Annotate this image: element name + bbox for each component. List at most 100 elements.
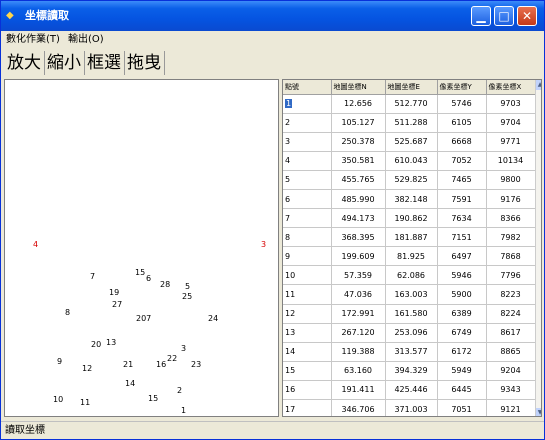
vertical-scrollbar[interactable]: ▲ ▼ bbox=[535, 80, 541, 416]
title-bar[interactable]: ◆ 坐標讀取 ▁ □ ✕ bbox=[1, 1, 544, 31]
table-row[interactable]: 10 57.359 62.086 5946 7796 bbox=[283, 265, 536, 286]
table-cell[interactable]: 6668 bbox=[437, 132, 487, 152]
table-row[interactable]: 8 368.395 181.887 7151 7982 bbox=[283, 227, 536, 248]
table-row[interactable]: 9 199.609 81.925 6497 7868 bbox=[283, 246, 536, 267]
box-select-button[interactable]: 框選 bbox=[84, 51, 125, 75]
table-cell[interactable]: 485.990 bbox=[331, 189, 386, 210]
table-cell[interactable]: 7796 bbox=[486, 265, 536, 286]
table-cell[interactable]: 6172 bbox=[437, 342, 487, 362]
table-cell[interactable]: 1 bbox=[283, 94, 332, 114]
table-cell[interactable]: 6497 bbox=[437, 246, 487, 267]
column-header-point-no[interactable]: 點號 bbox=[283, 80, 332, 95]
table-cell[interactable]: 7982 bbox=[486, 227, 536, 248]
coordinate-grid[interactable]: 點號 地圖坐標N 地圖坐標E 像素坐標Y 像素坐標X 1 12.656 512.77… bbox=[282, 79, 542, 417]
table-cell[interactable]: 525.687 bbox=[385, 132, 438, 152]
table-cell[interactable]: 5900 bbox=[437, 284, 487, 305]
table-cell[interactable]: 161.580 bbox=[385, 304, 438, 324]
table-row[interactable]: 7 494.173 190.862 7634 8366 bbox=[283, 208, 536, 229]
table-cell[interactable]: 9771 bbox=[486, 132, 536, 152]
table-cell[interactable]: 57.359 bbox=[331, 265, 386, 286]
table-cell[interactable]: 172.991 bbox=[331, 304, 386, 324]
column-header-pixel-y[interactable]: 像素坐標Y bbox=[437, 80, 487, 95]
table-cell[interactable]: 6749 bbox=[437, 323, 487, 343]
table-row[interactable]: 15 63.160 394.329 5949 9204 bbox=[283, 361, 536, 381]
table-cell[interactable]: 9343 bbox=[486, 380, 536, 401]
table-cell[interactable]: 47.036 bbox=[331, 284, 386, 305]
table-cell[interactable]: 250.378 bbox=[331, 132, 386, 152]
table-row[interactable]: 1 12.656 512.770 5746 9703 bbox=[283, 94, 536, 114]
table-cell[interactable]: 191.411 bbox=[331, 380, 386, 401]
table-cell[interactable]: 3 bbox=[283, 132, 332, 152]
table-cell[interactable]: 610.043 bbox=[385, 151, 438, 171]
table-cell[interactable]: 7591 bbox=[437, 189, 487, 210]
table-row[interactable]: 4 350.581 610.043 7052 10134 bbox=[283, 151, 536, 171]
table-cell[interactable]: 105.127 bbox=[331, 113, 386, 133]
table-row[interactable]: 12 172.991 161.580 6389 8224 bbox=[283, 304, 536, 324]
map-canvas[interactable]: 4 3 7 15 6 28 5 25 19 27 8 207 24 20 13 … bbox=[4, 79, 279, 417]
table-cell[interactable]: 512.770 bbox=[385, 94, 438, 114]
table-cell[interactable]: 267.120 bbox=[331, 323, 386, 343]
close-button[interactable]: ✕ bbox=[517, 6, 537, 26]
table-cell[interactable]: 494.173 bbox=[331, 208, 386, 229]
table-row[interactable]: 16 191.411 425.446 6445 9343 bbox=[283, 380, 536, 401]
table-cell[interactable]: 382.148 bbox=[385, 189, 438, 210]
table-cell[interactable]: 4 bbox=[283, 151, 332, 171]
table-cell[interactable]: 7634 bbox=[437, 208, 487, 229]
column-header-map-n[interactable]: 地圖坐標N bbox=[331, 80, 386, 95]
zoom-out-button[interactable]: 縮小 bbox=[44, 51, 85, 75]
table-cell[interactable]: 8617 bbox=[486, 323, 536, 343]
table-cell[interactable]: 9121 bbox=[486, 399, 536, 416]
table-cell[interactable]: 12 bbox=[283, 304, 332, 324]
table-cell[interactable]: 7 bbox=[283, 208, 332, 229]
table-cell[interactable]: 394.329 bbox=[385, 361, 438, 381]
table-cell[interactable]: 8223 bbox=[486, 284, 536, 305]
minimize-button[interactable]: ▁ bbox=[471, 6, 491, 26]
table-cell[interactable]: 10134 bbox=[486, 151, 536, 171]
table-cell[interactable]: 7151 bbox=[437, 227, 487, 248]
table-cell[interactable]: 5746 bbox=[437, 94, 487, 114]
table-cell[interactable]: 14 bbox=[283, 342, 332, 362]
table-cell[interactable]: 15 bbox=[283, 361, 332, 381]
table-cell[interactable]: 7868 bbox=[486, 246, 536, 267]
column-header-map-e[interactable]: 地圖坐標E bbox=[385, 80, 438, 95]
table-cell[interactable]: 529.825 bbox=[385, 170, 438, 190]
table-row[interactable]: 6 485.990 382.148 7591 9176 bbox=[283, 189, 536, 210]
table-cell[interactable]: 9204 bbox=[486, 361, 536, 381]
pan-button[interactable]: 拖曳 bbox=[124, 51, 165, 75]
table-row[interactable]: 13 267.120 253.096 6749 8617 bbox=[283, 323, 536, 343]
zoom-in-button[interactable]: 放大 bbox=[4, 51, 45, 75]
table-row[interactable]: 2 105.127 511.288 6105 9704 bbox=[283, 113, 536, 133]
table-cell[interactable]: 181.887 bbox=[385, 227, 438, 248]
table-cell[interactable]: 7052 bbox=[437, 151, 487, 171]
table-cell[interactable]: 163.003 bbox=[385, 284, 438, 305]
table-cell[interactable]: 199.609 bbox=[331, 246, 386, 267]
table-cell[interactable]: 371.003 bbox=[385, 399, 438, 416]
table-cell[interactable]: 253.096 bbox=[385, 323, 438, 343]
table-cell[interactable]: 350.581 bbox=[331, 151, 386, 171]
table-cell[interactable]: 2 bbox=[283, 113, 332, 133]
table-row[interactable]: 3 250.378 525.687 6668 9771 bbox=[283, 132, 536, 152]
table-cell[interactable]: 6389 bbox=[437, 304, 487, 324]
table-cell[interactable]: 6445 bbox=[437, 380, 487, 401]
table-cell[interactable]: 9704 bbox=[486, 113, 536, 133]
column-header-pixel-x[interactable]: 像素坐標X bbox=[486, 80, 536, 95]
table-cell[interactable]: 5946 bbox=[437, 265, 487, 286]
table-cell[interactable]: 11 bbox=[283, 284, 332, 305]
table-row[interactable]: 14 119.388 313.577 6172 8865 bbox=[283, 342, 536, 362]
table-cell[interactable]: 9703 bbox=[486, 94, 536, 114]
table-cell[interactable]: 16 bbox=[283, 380, 332, 401]
table-row[interactable]: 11 47.036 163.003 5900 8223 bbox=[283, 284, 536, 305]
maximize-button[interactable]: □ bbox=[494, 6, 514, 26]
table-cell[interactable]: 368.395 bbox=[331, 227, 386, 248]
scroll-down-icon[interactable]: ▼ bbox=[536, 408, 541, 416]
table-row[interactable]: 5 455.765 529.825 7465 9800 bbox=[283, 170, 536, 190]
table-cell[interactable]: 6105 bbox=[437, 113, 487, 133]
table-cell[interactable]: 425.446 bbox=[385, 380, 438, 401]
table-cell[interactable]: 455.765 bbox=[331, 170, 386, 190]
scroll-up-icon[interactable]: ▲ bbox=[536, 80, 541, 90]
table-cell[interactable]: 313.577 bbox=[385, 342, 438, 362]
table-cell[interactable]: 6 bbox=[283, 189, 332, 210]
menu-output[interactable]: 輸出(O) bbox=[68, 33, 104, 47]
table-cell[interactable]: 9176 bbox=[486, 189, 536, 210]
table-cell[interactable]: 8865 bbox=[486, 342, 536, 362]
